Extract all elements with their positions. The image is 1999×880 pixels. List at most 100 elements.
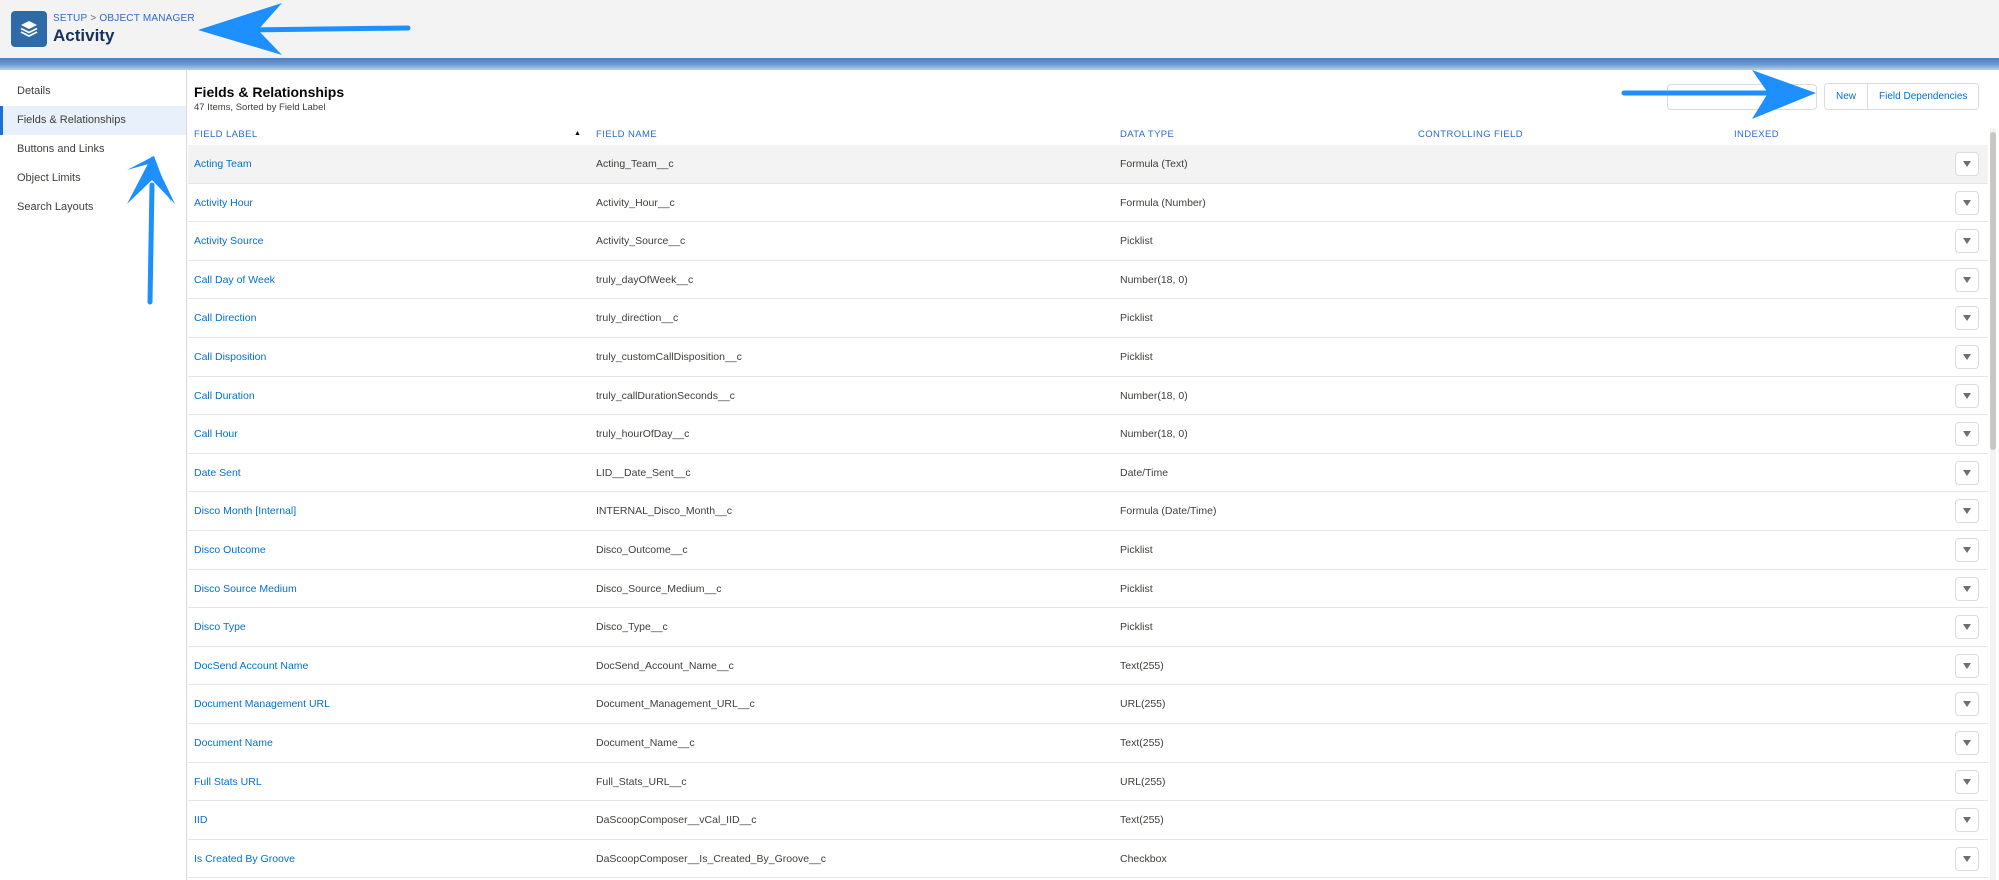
- table-row[interactable]: Activity Hour Activity_Hour__c Formula (Nu…: [188, 184, 1988, 223]
- object-sidebar: Details Fields & Relationships Buttons a…: [0, 70, 187, 880]
- section-subtitle: 47 Items, Sorted by Field Label: [194, 102, 326, 113]
- column-header-data-type[interactable]: DATA TYPE: [1120, 129, 1174, 140]
- field-api-name: Disco_Type__c: [596, 621, 668, 634]
- field-label-link[interactable]: Activity Source: [194, 235, 263, 247]
- new-button[interactable]: New: [1825, 84, 1868, 109]
- breadcrumb: SETUP > OBJECT MANAGER: [53, 13, 195, 24]
- quick-find-input[interactable]: [1667, 84, 1817, 110]
- field-api-name: INTERNAL_Disco_Month__c: [596, 505, 732, 518]
- table-scrollbar[interactable]: [1990, 128, 1996, 880]
- table-row[interactable]: Call Disposition truly_customCallDisposit…: [188, 338, 1988, 377]
- row-actions-button[interactable]: [1955, 653, 1979, 678]
- field-label-link[interactable]: IID: [194, 814, 207, 826]
- column-header-field-label[interactable]: FIELD LABEL: [194, 129, 258, 140]
- sidebar-item-details[interactable]: Details: [0, 77, 186, 106]
- field-dependencies-button[interactable]: Field Dependencies: [1867, 84, 1979, 109]
- field-label-link[interactable]: Call Duration: [194, 390, 255, 402]
- breadcrumb-setup[interactable]: SETUP: [53, 13, 87, 24]
- field-label-link[interactable]: Call Disposition: [194, 351, 266, 363]
- field-api-name: truly_callDurationSeconds__c: [596, 389, 735, 402]
- row-actions-button[interactable]: [1955, 615, 1979, 640]
- table-row[interactable]: Disco Source Medium Disco_Source_Medium__…: [188, 570, 1988, 609]
- field-label-link[interactable]: Acting Team: [194, 158, 252, 170]
- table-row[interactable]: Full Stats URL Full_Stats_URL__c URL(255): [188, 763, 1988, 802]
- field-label-link[interactable]: Disco Source Medium: [194, 583, 297, 595]
- field-data-type: Formula (Text): [1120, 158, 1188, 170]
- table-row[interactable]: Acting Team Acting_Team__c Formula (Text): [188, 145, 1988, 184]
- row-actions-button[interactable]: [1955, 769, 1979, 794]
- sidebar-item-fields-relationships[interactable]: Fields & Relationships: [0, 106, 186, 135]
- table-row[interactable]: Disco Outcome Disco_Outcome__c Picklist: [188, 531, 1988, 570]
- field-label-link[interactable]: Is Created By Groove: [194, 853, 295, 865]
- field-api-name: truly_hourOfDay__c: [596, 428, 690, 441]
- field-label-link[interactable]: Disco Outcome: [194, 544, 266, 556]
- row-actions-button[interactable]: [1955, 267, 1979, 292]
- row-actions-button[interactable]: [1955, 152, 1979, 176]
- column-header-controlling-field[interactable]: CONTROLLING FIELD: [1418, 129, 1523, 140]
- column-header-field-name[interactable]: FIELD NAME: [596, 129, 657, 140]
- table-row[interactable]: Call Duration truly_callDurationSeconds__…: [188, 377, 1988, 416]
- field-label-link[interactable]: Activity Hour: [194, 197, 253, 209]
- sidebar-item-search-layouts[interactable]: Search Layouts: [0, 193, 186, 222]
- table-row[interactable]: Document Management URL Document_Manageme…: [188, 685, 1988, 724]
- field-label-link[interactable]: Disco Month [Internal]: [194, 505, 296, 517]
- table-row[interactable]: Call Direction truly_direction__c Picklist: [188, 299, 1988, 338]
- table-row[interactable]: IID DaScoopComposer__vCal_IID__c Text(255): [188, 801, 1988, 840]
- row-actions-button[interactable]: [1955, 499, 1979, 524]
- row-actions-button[interactable]: [1955, 190, 1979, 215]
- sidebar-item-buttons-links[interactable]: Buttons and Links: [0, 135, 186, 164]
- table-row[interactable]: Activity Source Activity_Source__c Picklis…: [188, 222, 1988, 261]
- field-data-type: Picklist: [1120, 621, 1153, 634]
- table-header: FIELD LABEL ▲ FIELD NAME DATA TYPE CONTR…: [188, 128, 1988, 142]
- field-label-link[interactable]: Document Name: [194, 737, 273, 749]
- row-actions-button[interactable]: [1955, 808, 1979, 833]
- chevron-down-icon: [1963, 585, 1971, 592]
- field-data-type: Formula (Number): [1120, 196, 1206, 209]
- action-button-group: New Field Dependencies: [1824, 83, 1980, 110]
- row-actions-button[interactable]: [1955, 383, 1979, 408]
- field-api-name: Document_Management_URL__c: [596, 698, 755, 711]
- row-actions-button[interactable]: [1955, 229, 1979, 254]
- field-data-type: URL(255): [1120, 775, 1166, 788]
- field-label-link[interactable]: Date Sent: [194, 467, 241, 479]
- table-row[interactable]: Is Created By Groove DaScoopComposer__Is_…: [188, 840, 1988, 879]
- table-row[interactable]: Disco Type Disco_Type__c Picklist: [188, 608, 1988, 647]
- row-actions-button[interactable]: [1955, 538, 1979, 562]
- field-api-name: Document_Name__c: [596, 737, 695, 749]
- table-row[interactable]: Call Day of Week truly_dayOfWeek__c Number…: [188, 261, 1988, 300]
- field-data-type: URL(255): [1120, 698, 1166, 711]
- field-data-type: Number(18, 0): [1120, 273, 1188, 286]
- field-label-link[interactable]: Document Management URL: [194, 698, 330, 710]
- table-row[interactable]: Call Hour truly_hourOfDay__c Number(18, 0): [188, 415, 1988, 454]
- row-actions-button[interactable]: [1955, 306, 1979, 331]
- row-actions-button[interactable]: [1955, 846, 1979, 871]
- field-label-link[interactable]: Call Direction: [194, 312, 256, 324]
- field-label-link[interactable]: DocSend Account Name: [194, 660, 308, 672]
- chevron-down-icon: [1963, 855, 1971, 862]
- field-label-link[interactable]: Disco Type: [194, 621, 246, 633]
- field-api-name: truly_customCallDisposition__c: [596, 351, 742, 363]
- field-label-link[interactable]: Call Day of Week: [194, 274, 275, 286]
- table-row[interactable]: Disco Month [Internal] INTERNAL_Disco_Mon…: [188, 492, 1988, 531]
- table-row[interactable]: Date Sent LID__Date_Sent__c Date/Time: [188, 454, 1988, 493]
- table-row[interactable]: DocSend Account Name DocSend_Account_Name…: [188, 647, 1988, 686]
- column-header-indexed[interactable]: INDEXED: [1734, 129, 1779, 140]
- section-title: Fields & Relationships: [194, 84, 345, 100]
- row-actions-button[interactable]: [1955, 576, 1979, 601]
- row-actions-button[interactable]: [1955, 422, 1979, 447]
- chevron-down-icon: [1963, 778, 1971, 785]
- chevron-down-icon: [1963, 431, 1971, 438]
- breadcrumb-object-manager[interactable]: OBJECT MANAGER: [99, 13, 194, 24]
- field-api-name: Disco_Outcome__c: [596, 544, 688, 556]
- table-row[interactable]: Document Name Document_Name__c Text(255): [188, 724, 1988, 763]
- row-actions-button[interactable]: [1955, 692, 1979, 717]
- field-label-link[interactable]: Call Hour: [194, 428, 238, 440]
- chevron-down-icon: [1963, 469, 1971, 476]
- scrollbar-thumb[interactable]: [1990, 132, 1996, 450]
- field-api-name: truly_direction__c: [596, 312, 679, 325]
- row-actions-button[interactable]: [1955, 460, 1979, 485]
- row-actions-button[interactable]: [1955, 731, 1979, 755]
- sidebar-item-object-limits[interactable]: Object Limits: [0, 164, 186, 193]
- row-actions-button[interactable]: [1955, 345, 1979, 369]
- field-label-link[interactable]: Full Stats URL: [194, 776, 262, 788]
